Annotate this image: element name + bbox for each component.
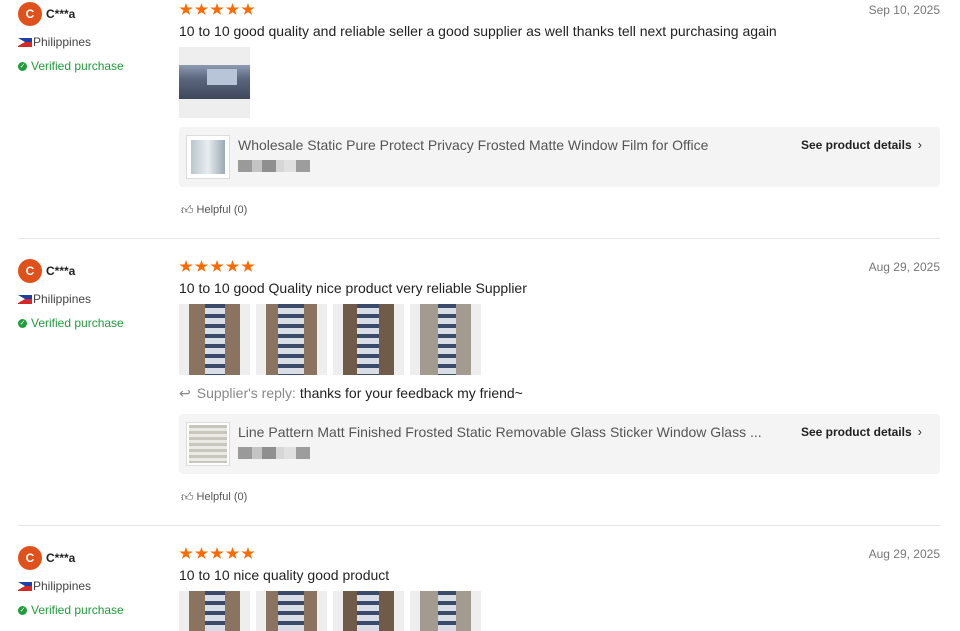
star-icon [179,260,193,272]
star-icon [225,3,240,15]
star-rating [179,547,257,560]
philippines-flag-icon [18,294,32,304]
reviewer-country: Philippines [18,291,91,307]
reviewer-country: Philippines [18,34,91,50]
country-label: Philippines [33,35,92,49]
star-icon [241,3,255,15]
star-icon [179,3,193,15]
review-images [179,47,256,118]
reply-text: thanks for your feedback my friend~ [299,385,523,401]
star-icon [210,3,224,15]
star-icon [210,260,224,272]
thumbs-up-icon: 👍︎ [181,490,194,504]
review-text: 10 to 10 good Quality nice product very … [179,280,527,296]
review-images [179,304,487,375]
verified-label: Verified purchase [31,59,124,73]
avatar: C [18,546,42,570]
verified-check-icon: ✓ [18,605,27,615]
supplier-reply: ↩ Supplier's reply: thanks for your feed… [179,384,523,402]
review-image[interactable] [256,304,327,375]
helpful-label: Helpful (0) [196,491,248,503]
avatar: C [18,259,42,283]
country-label: Philippines [33,292,92,306]
review-divider [18,238,940,239]
reviewer-country: Philippines [18,578,91,594]
star-icon [194,547,209,559]
star-icon [225,547,240,559]
reply-label: Supplier's reply: [196,385,296,401]
star-icon [241,260,255,272]
verified-check-icon: ✓ [18,61,27,71]
product-title: Wholesale Static Pure Protect Privacy Fr… [238,137,709,153]
star-icon [210,547,224,559]
avatar: C [18,2,42,26]
reviewer-name: C***a [46,551,76,565]
philippines-flag-icon [18,37,32,47]
see-product-details-link[interactable]: See product details › [801,136,922,154]
reply-arrow-icon: ↩ [179,385,191,401]
star-icon [225,260,240,272]
product-thumbnail [186,135,230,179]
country-label: Philippines [33,579,92,593]
review-image[interactable] [333,304,404,375]
verified-check-icon: ✓ [18,318,27,328]
review-image[interactable] [333,591,404,631]
review-images [179,591,487,631]
verified-purchase: ✓ Verified purchase [18,315,124,331]
reviewer-name: C***a [46,7,76,21]
product-card[interactable]: Wholesale Static Pure Protect Privacy Fr… [179,127,940,187]
review-image[interactable] [179,304,250,375]
review-text: 10 to 10 good quality and reliable selle… [179,23,777,39]
review-list: C C***a Philippines ✓ Verified purchase … [0,0,960,631]
review-divider [18,525,940,526]
thumbs-up-icon: 👍︎ [181,203,194,217]
review-image[interactable] [410,591,481,631]
product-title: Line Pattern Matt Finished Frosted Stati… [238,424,762,440]
helpful-button[interactable]: 👍︎ Helpful (0) [181,203,247,217]
star-rating [179,3,257,16]
verified-label: Verified purchase [31,316,124,330]
helpful-button[interactable]: 👍︎ Helpful (0) [181,490,247,504]
review-image[interactable] [410,304,481,375]
verified-label: Verified purchase [31,603,124,617]
review-image[interactable] [179,47,250,118]
reviewer-name: C***a [46,264,76,278]
star-icon [241,547,255,559]
star-icon [194,260,209,272]
product-card[interactable]: Line Pattern Matt Finished Frosted Stati… [179,414,940,474]
product-variant-blurred [238,160,310,172]
chevron-right-icon: › [917,137,922,152]
philippines-flag-icon [18,581,32,591]
review-date: Aug 29, 2025 [868,260,940,274]
review-image[interactable] [256,591,327,631]
see-details-label: See product details [800,425,912,439]
product-variant-blurred [238,447,310,459]
verified-purchase: ✓ Verified purchase [18,602,124,618]
see-details-label: See product details [800,138,912,152]
verified-purchase: ✓ Verified purchase [18,58,124,74]
see-product-details-link[interactable]: See product details › [801,423,922,441]
review-text: 10 to 10 nice quality good product [179,567,390,583]
product-thumbnail [186,422,230,466]
review-date: Sep 10, 2025 [868,3,940,17]
star-icon [179,547,193,559]
star-rating [179,260,257,273]
review-image[interactable] [179,591,250,631]
helpful-label: Helpful (0) [196,204,248,216]
chevron-right-icon: › [917,424,922,439]
review-date: Aug 29, 2025 [868,547,940,561]
star-icon [194,3,209,15]
